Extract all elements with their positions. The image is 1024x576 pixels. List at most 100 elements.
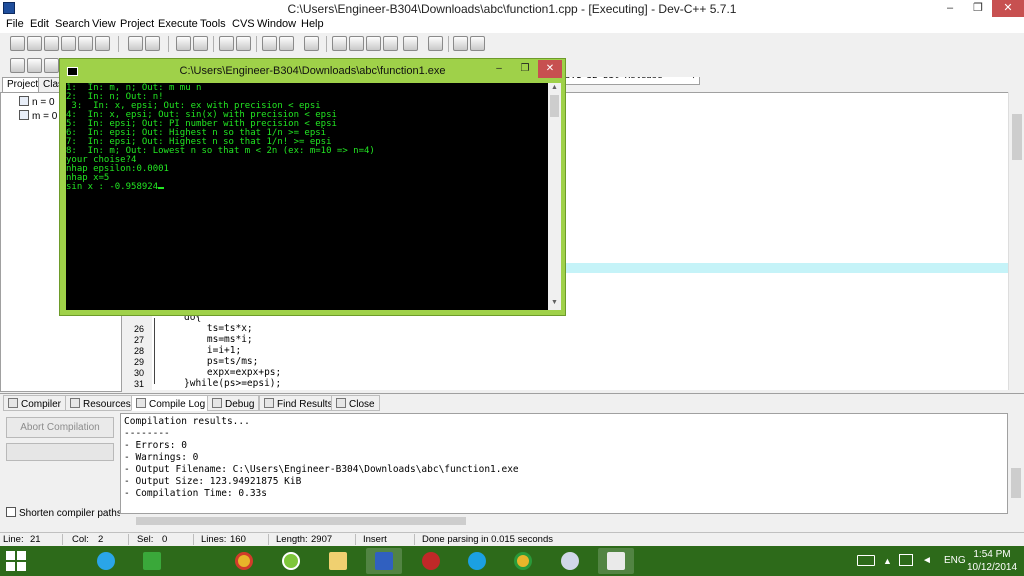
taskbar-app[interactable] [273,548,309,574]
indent-icon[interactable] [219,36,234,51]
save-all-icon[interactable] [61,36,76,51]
menu-window[interactable]: Window [257,18,296,30]
profile-chart-icon[interactable] [453,36,468,51]
log-horizontal-scrollbar[interactable] [120,514,1024,528]
replace-icon[interactable] [193,36,208,51]
tab-resources[interactable]: Resources [65,395,136,411]
windows-start-icon[interactable] [6,551,26,571]
console-title-bar[interactable]: C:\Users\Engineer-B304\Downloads\abc\fun… [60,59,565,83]
taskbar-explorer[interactable] [320,548,356,574]
status-length-value: 2907 [311,534,333,545]
rebuild-icon[interactable] [383,36,398,51]
undo-icon[interactable] [128,36,143,51]
menu-cvs[interactable]: CVS [232,18,255,30]
network-icon[interactable] [899,554,913,566]
menu-project[interactable]: Project [120,18,154,30]
project-new-icon[interactable] [10,58,25,73]
taskbar-store[interactable] [134,548,170,574]
menu-file[interactable]: File [6,18,24,30]
stop-execution-icon[interactable] [428,36,443,51]
menu-view[interactable]: View [92,18,116,30]
log-line: - Output Size: 123.94921875 KiB [124,476,302,487]
shorten-paths-checkbox[interactable]: Shorten compiler paths [6,507,122,519]
code-text[interactable]: do{ ts=ts*x; ms=ms*i; i=i+1; ps=ts/ms; e… [160,312,1000,390]
open-file-icon[interactable] [27,36,42,51]
scroll-up-icon[interactable]: ▲ [548,84,561,91]
save-icon[interactable] [44,36,59,51]
tree-item[interactable]: n = 0 [19,96,55,108]
ide-maximize-button[interactable]: ❐ [964,0,992,17]
taskbar-paint[interactable] [552,548,588,574]
compile-run-icon[interactable] [366,36,381,51]
taskbar-console[interactable] [598,548,634,574]
find-icon[interactable] [176,36,191,51]
bar-chart-icon [136,398,146,408]
console-output[interactable]: 1: In: m, n; Out: m mu n 2: In: n; Out: … [66,83,548,310]
abort-compilation-button[interactable]: Abort Compilation [6,417,114,438]
tab-compile-log[interactable]: Compile Log [131,395,211,411]
status-line-value: 21 [30,534,41,545]
console-window[interactable]: C:\Users\Engineer-B304\Downloads\abc\fun… [59,58,566,316]
menu-edit[interactable]: Edit [30,18,49,30]
redo-icon[interactable] [145,36,160,51]
scroll-down-icon[interactable]: ▼ [548,299,561,306]
delete-profile-icon[interactable] [470,36,485,51]
menu-tools[interactable]: Tools [200,18,226,30]
taskbar-clock[interactable]: 1:54 PM 10/12/2014 [966,548,1018,574]
run-icon[interactable] [349,36,364,51]
keyboard-icon[interactable] [857,555,875,566]
code-line: i=i+1; [184,345,242,356]
log-vertical-scrollbar[interactable] [1008,413,1024,514]
scrollbar-thumb[interactable] [1011,468,1021,498]
scrollbar-thumb[interactable] [1012,114,1022,160]
compile-log-output[interactable]: Compilation results... -------- - Errors… [120,413,1008,514]
store-icon [143,552,161,570]
tab-label: Compile Log [149,399,206,410]
line-number: 27 [133,335,144,345]
bookmark-icon[interactable] [304,36,319,51]
forward-icon[interactable] [279,36,294,51]
tab-find-results[interactable]: Find Results [259,395,338,411]
menu-help[interactable]: Help [301,18,324,30]
language-indicator[interactable]: ENG [944,555,966,566]
back-icon[interactable] [262,36,277,51]
unindent-icon[interactable] [236,36,251,51]
tab-compiler[interactable]: Compiler [3,395,67,411]
clock-date: 10/12/2014 [966,562,1018,573]
new-file-icon[interactable] [10,36,25,51]
tab-close[interactable]: Close [331,395,380,411]
menu-search[interactable]: Search [55,18,90,30]
print-icon[interactable] [95,36,110,51]
check-syntax-icon[interactable] [403,36,418,51]
taskbar-chrome[interactable] [226,548,262,574]
tab-project[interactable]: Project [2,77,44,92]
console-close-button[interactable]: ✕ [538,60,562,78]
code-line: ts=ts*x; [184,323,253,334]
checkbox-box[interactable] [6,507,16,517]
console-vertical-scrollbar[interactable]: ▲ ▼ [548,83,561,310]
editor-vertical-scrollbar[interactable] [1008,92,1024,390]
project-add-icon[interactable] [27,58,42,73]
tree-item[interactable]: m = 0 [19,110,57,122]
scrollbar-thumb[interactable] [550,95,559,117]
text-cursor [158,187,165,189]
tab-debug[interactable]: Debug [207,395,260,411]
console-minimize-button[interactable]: – [486,60,512,78]
taskbar-chrome2[interactable] [505,548,541,574]
console-line: sin x : -0.958924 [66,182,165,192]
menu-execute[interactable]: Execute [158,18,198,30]
ide-minimize-button[interactable]: – [936,0,964,17]
tray-up-icon[interactable]: ▲ [883,556,892,566]
taskbar-devcpp[interactable] [366,548,402,574]
compile-icon[interactable] [332,36,347,51]
taskbar-ie[interactable] [88,548,124,574]
scrollbar-thumb[interactable] [136,517,466,525]
project-remove-icon[interactable] [44,58,59,73]
taskbar-app2[interactable] [413,548,449,574]
ide-close-button[interactable]: ✕ [992,0,1024,17]
taskbar-skype[interactable] [459,548,495,574]
close-file-icon[interactable] [78,36,93,51]
volume-icon[interactable]: ◄ [922,555,932,566]
tree-item-label: m = 0 [32,111,58,122]
console-maximize-button[interactable]: ❐ [512,60,538,78]
